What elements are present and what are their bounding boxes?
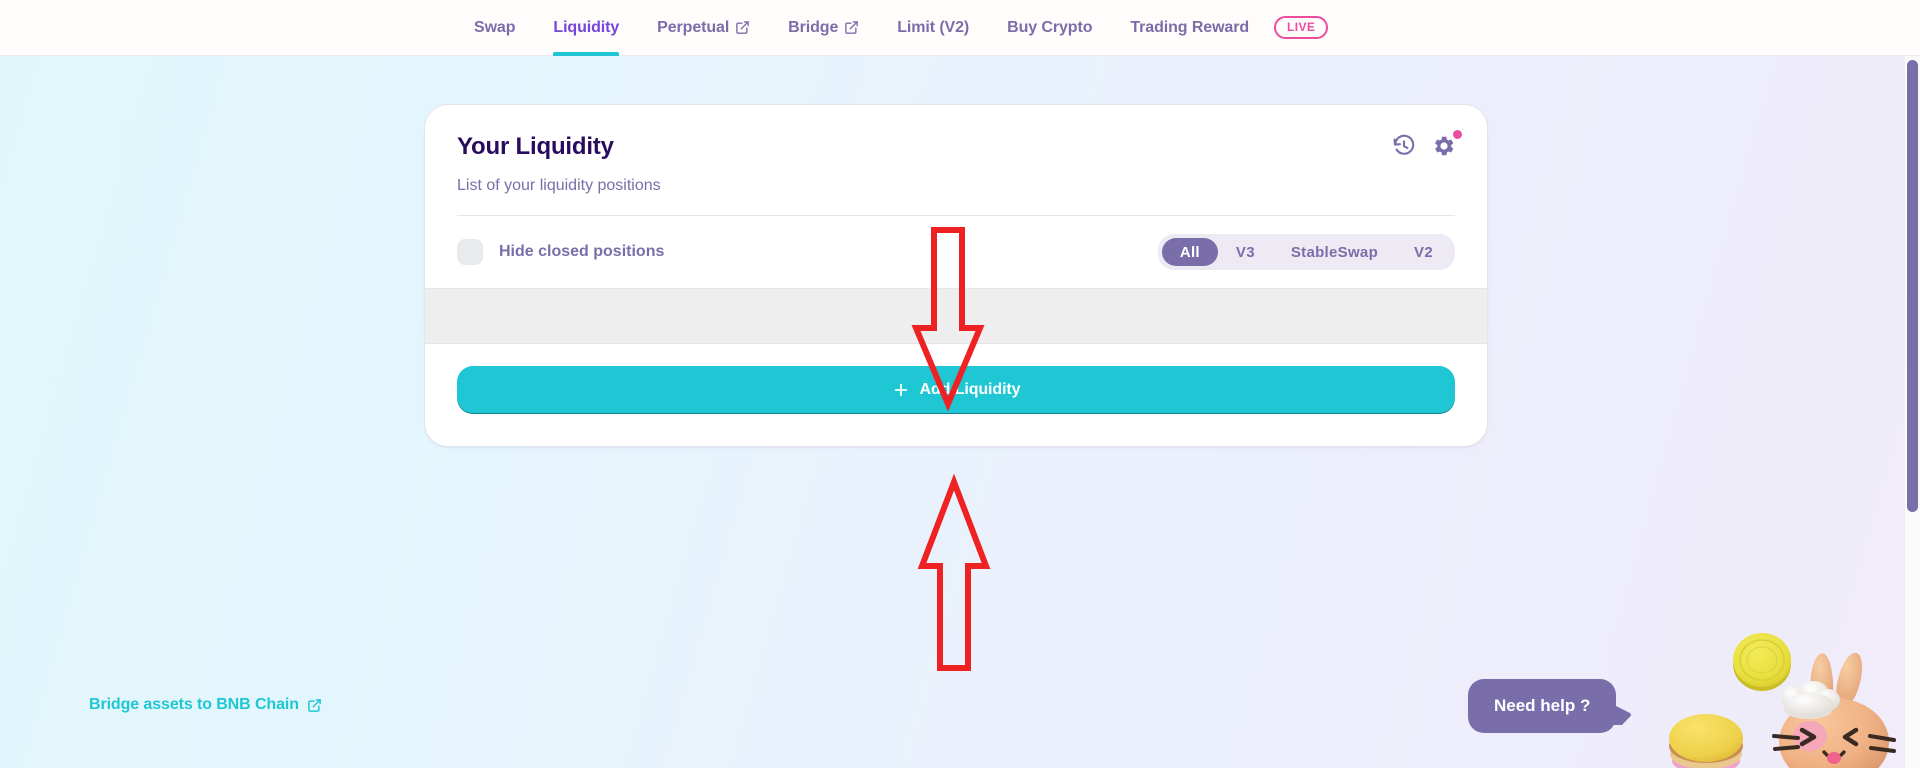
filter-tab-v3[interactable]: V3 [1218,238,1273,266]
nav-item-label: Limit (V2) [897,18,970,36]
history-icon [1392,134,1416,158]
nav-item-bridge[interactable]: Bridge [769,0,878,56]
external-link-icon [307,698,322,713]
pancake-bunny-mascot [1642,624,1920,768]
pancake-icon [1669,714,1743,768]
active-tab-underline [553,51,620,56]
external-link-icon [735,20,750,35]
card-header-actions [1391,130,1462,159]
nav-item-limit-v2[interactable]: Limit (V2) [878,0,988,56]
nav-item-swap[interactable]: Swap [455,0,534,56]
live-badge[interactable]: LIVE [1274,16,1329,39]
top-navigation-bar: Swap Liquidity Perpetual Bridge Limit (V… [0,0,1920,56]
nav-item-label: Swap [474,18,516,36]
transaction-history-button[interactable] [1391,133,1417,159]
nav-item-label: Bridge [788,18,839,36]
hide-closed-positions-label: Hide closed positions [499,243,665,260]
need-help-label: Need help ? [1494,696,1591,715]
bridge-assets-link[interactable]: Bridge assets to BNB Chain [89,696,322,714]
annotation-arrow-down [911,227,985,412]
settings-notification-dot [1453,130,1462,139]
coin-icon [1733,633,1791,691]
nav-item-trading-reward[interactable]: Trading Reward [1111,0,1268,56]
nav-item-label: Liquidity [553,18,620,36]
filter-tab-all[interactable]: All [1161,238,1218,266]
hide-closed-positions-checkbox[interactable] [457,239,483,265]
nav-item-label: Trading Reward [1130,18,1250,36]
nav-item-perpetual[interactable]: Perpetual [638,0,769,56]
nav-item-liquidity[interactable]: Liquidity [534,0,638,56]
pool-version-filter-group: All V3 StableSwap V2 [1157,234,1455,270]
settings-button[interactable] [1431,130,1462,159]
plus-icon [892,381,910,399]
hide-closed-positions-toggle[interactable]: Hide closed positions [457,239,664,265]
nav-item-label: Perpetual [657,18,730,36]
nav-items-group: Swap Liquidity Perpetual Bridge Limit (V… [455,0,1329,56]
filter-tab-stableswap[interactable]: StableSwap [1273,238,1396,266]
card-header: Your Liquidity List of your liquidity po… [425,105,1487,195]
bridge-assets-label: Bridge assets to BNB Chain [89,696,299,713]
need-help-button[interactable]: Need help ? [1468,679,1617,733]
annotation-arrow-up [917,473,991,671]
scrollbar-thumb[interactable] [1907,60,1918,512]
gear-icon [1432,134,1456,158]
bunny-icon [1772,652,1896,768]
filter-tab-v2[interactable]: V2 [1396,238,1451,266]
nav-item-buy-crypto[interactable]: Buy Crypto [988,0,1111,56]
card-subtitle: List of your liquidity positions [457,177,661,194]
nav-item-label: Buy Crypto [1007,18,1093,36]
page-title: Your Liquidity [457,133,614,160]
external-link-icon [844,20,859,35]
